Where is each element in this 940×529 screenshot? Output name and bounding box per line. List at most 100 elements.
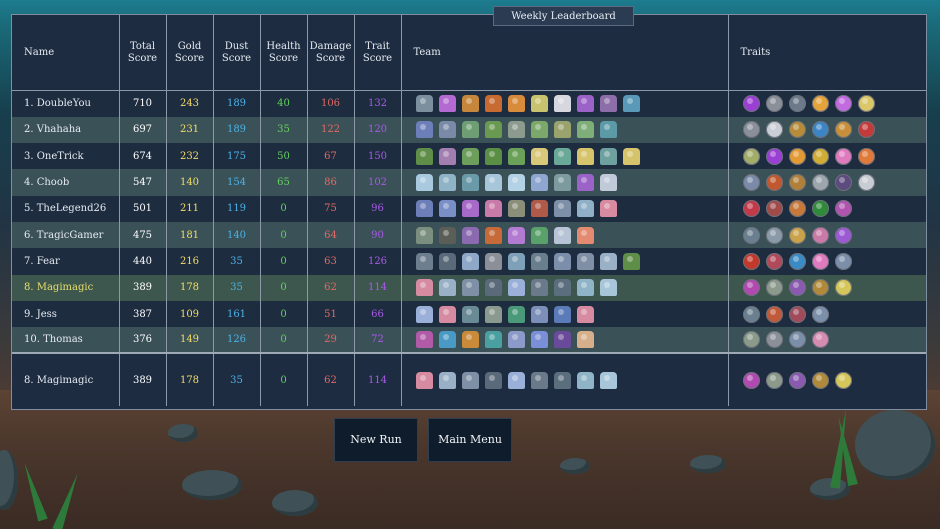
unit-icon [622,252,640,270]
unit-icon [461,279,479,297]
player-name: 2. Vhahaha [12,116,119,144]
unit-icon [507,226,525,244]
damage-score: 75 [306,195,354,222]
trait-icon [765,174,783,192]
unit-icon [553,305,571,323]
total-score: 389 [118,274,166,301]
team-units [400,248,728,275]
unit-icon [599,95,617,113]
unit-icon [576,200,594,218]
gold-score: 178 [165,352,213,407]
total-score: 674 [118,143,166,170]
player-name: 4. Choob [12,169,119,196]
trait-icon [765,226,783,244]
dust-score: 35 [212,274,260,301]
trait-icon [788,95,806,113]
total-score: 475 [118,221,166,249]
gold-score: 211 [165,195,213,222]
trait-icon [834,371,852,389]
unit-icon [461,174,479,192]
dust-score: 189 [212,116,260,144]
leaderboard-row: 8. Magimagic 389 178 35 0 62 114 [12,274,926,301]
new-run-button[interactable]: New Run [334,418,418,462]
trait-icons [727,195,926,222]
unit-icon [553,121,571,139]
unit-icon [507,331,525,349]
trait-icon [834,147,852,165]
trait-icons [727,116,926,144]
trait-icon [742,174,760,192]
total-score: 710 [118,90,166,117]
trait-score: 150 [353,143,401,170]
health-score: 0 [259,221,307,249]
trait-icons [727,352,926,407]
trait-icon [742,252,760,270]
total-score: 376 [118,327,166,354]
unit-icon [461,331,479,349]
trait-icon [788,252,806,270]
dust-score: 189 [212,90,260,117]
total-score: 501 [118,195,166,222]
unit-icon [576,174,594,192]
player-name: 1. DoubleYou [12,90,119,117]
leaderboard-table: Name Total Score Gold Score Dust Score Heal… [12,15,926,407]
leaderboard-panel: Name Total Score Gold Score Dust Score Heal… [11,14,927,410]
unit-icon [599,279,617,297]
unit-icon [530,331,548,349]
unit-icon [461,252,479,270]
trait-icon [834,200,852,218]
trait-icon [788,279,806,297]
damage-score: 86 [306,169,354,196]
trait-icon [811,174,829,192]
player-name: 10. Thomas [12,327,119,354]
health-score: 65 [259,169,307,196]
trait-icon [857,147,875,165]
gold-score: 216 [165,248,213,275]
trait-icons [727,90,926,117]
trait-icon [765,200,783,218]
unit-icon [530,121,548,139]
unit-icon [484,331,502,349]
trait-icon [834,95,852,113]
unit-icon [576,331,594,349]
health-score: 40 [259,90,307,117]
unit-icon [415,305,433,323]
dust-score: 35 [212,352,260,407]
damage-score: 51 [306,300,354,328]
unit-icon [415,226,433,244]
dust-score: 126 [212,327,260,354]
unit-icon [438,371,456,389]
unit-icon [438,200,456,218]
player-summary-row: 8. Magimagic 389 178 35 0 62 114 [12,352,926,407]
trait-icons [727,169,926,196]
gold-score: 243 [165,90,213,117]
leaderboard-title: Weekly Leaderboard [493,6,634,26]
player-name: 8. Magimagic [12,274,119,301]
trait-icon [811,226,829,244]
unit-icon [415,371,433,389]
trait-score: 90 [353,221,401,249]
unit-icon [415,174,433,192]
unit-icon [576,305,594,323]
unit-icon [438,121,456,139]
rock-decoration [690,455,726,473]
team-units [400,221,728,249]
rock-decoration [560,458,590,474]
total-score: 697 [118,116,166,144]
unit-icon [438,279,456,297]
trait-icon [834,226,852,244]
unit-icon [484,95,502,113]
trait-icon [742,226,760,244]
header-traits: Traits [727,15,926,91]
unit-icon [507,147,525,165]
health-score: 50 [259,143,307,170]
trait-icon [788,226,806,244]
trait-icon [788,174,806,192]
header-health: Health Score [259,15,307,91]
trait-icon [857,121,875,139]
team-units [400,195,728,222]
unit-icon [461,200,479,218]
trait-icon [788,331,806,349]
unit-icon [599,174,617,192]
main-menu-button[interactable]: Main Menu [428,418,512,462]
